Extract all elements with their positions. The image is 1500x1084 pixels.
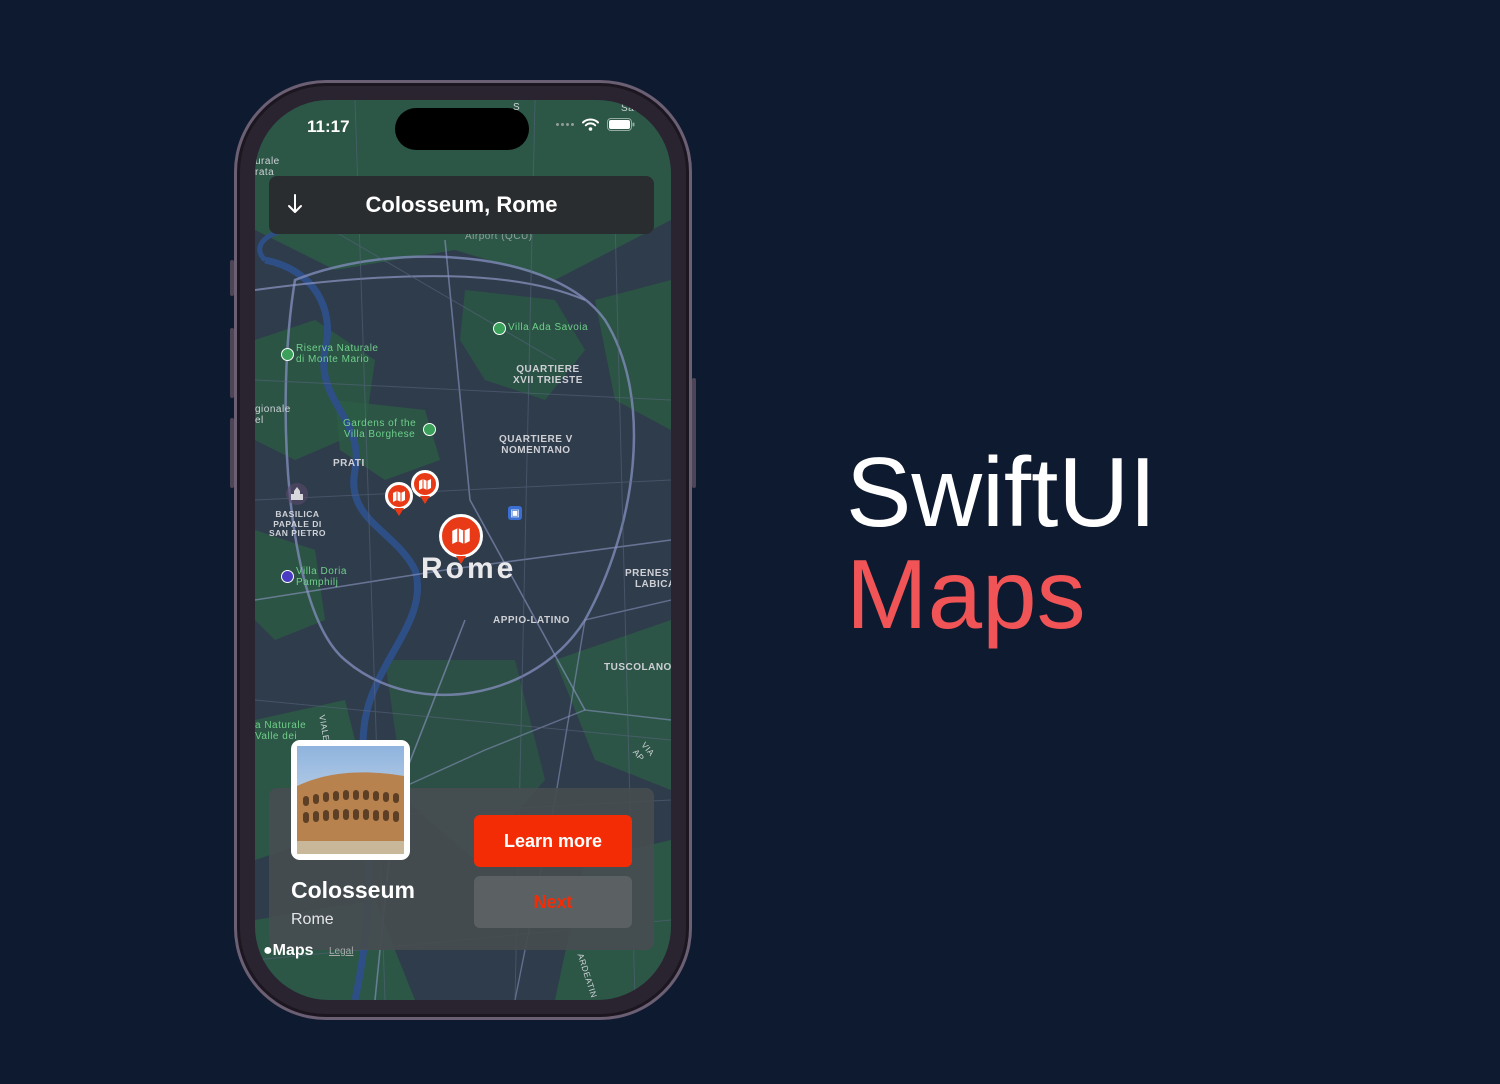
battery-icon <box>607 118 635 131</box>
next-button[interactable]: Next <box>474 876 632 928</box>
signal-icon <box>556 123 574 126</box>
park-marker[interactable] <box>493 322 506 335</box>
map-pin-tail <box>394 508 404 516</box>
map-label-tuscolano: TUSCOLANO <box>604 662 671 673</box>
map-label-basilica[interactable]: BASILICA PAPALE DI SAN PIETRO <box>269 509 326 539</box>
map-pin-head <box>385 482 413 510</box>
maps-brand-label: Maps <box>272 942 314 959</box>
map-label-villa-borghese[interactable]: Gardens of the Villa Borghese <box>343 418 416 440</box>
legal-link[interactable]: Legal <box>329 946 353 957</box>
basilica-icon[interactable] <box>285 482 309 506</box>
colosseum-photo <box>297 746 404 854</box>
place-city: Rome <box>291 911 334 928</box>
park-marker[interactable] <box>281 570 294 583</box>
learn-more-button[interactable]: Learn more <box>474 815 632 867</box>
location-header: Colosseum, Rome <box>269 176 654 234</box>
map-label-s: S <box>513 102 521 113</box>
map-icon <box>452 528 470 544</box>
map-icon <box>419 478 431 490</box>
map-pin[interactable] <box>385 482 413 516</box>
map-label-nomentano: QUARTIERE V NOMENTANO <box>499 434 573 456</box>
maps-attribution[interactable]: ●Maps <box>263 942 314 960</box>
place-name: Colosseum <box>291 877 415 903</box>
map-pin-head <box>439 514 483 558</box>
map-label-appio: APPIO-LATINO <box>493 615 570 626</box>
map-label-edge-mid: gionale el <box>255 404 291 426</box>
status-icons <box>556 118 635 131</box>
screen: 11:17 urale rata Airport (QCU) Sabi S Vi… <box>255 100 671 1000</box>
arrow-down-icon[interactable] <box>285 192 305 218</box>
map-label-prenestino: PRENEST LABICA <box>625 568 671 590</box>
status-time: 11:17 <box>307 117 350 136</box>
park-marker[interactable] <box>281 348 294 361</box>
map-pin-tail <box>456 556 466 564</box>
map-label-edge-top: urale rata <box>255 156 280 178</box>
power-button <box>692 378 696 488</box>
map-pin[interactable] <box>411 470 439 504</box>
phone-frame: 11:17 urale rata Airport (QCU) Sabi S Vi… <box>230 80 696 1020</box>
map-label-sabi: Sabi <box>621 103 644 114</box>
location-title[interactable]: Colosseum, Rome <box>329 192 594 218</box>
action-button <box>230 260 234 296</box>
park-marker[interactable] <box>423 423 436 436</box>
map-label-trieste: QUARTIERE XVII TRIESTE <box>513 364 583 386</box>
location-thumbnail[interactable] <box>291 740 410 860</box>
map-icon <box>393 490 405 502</box>
apple-logo-icon: ● <box>263 942 273 959</box>
volume-down-button <box>230 418 234 488</box>
dynamic-island <box>395 108 529 150</box>
promo-title-line2: Maps <box>846 539 1086 649</box>
map-pin-head <box>411 470 439 498</box>
map-pin-tail <box>420 496 430 504</box>
map-label-prati: PRATI <box>333 458 365 469</box>
promo-title-line1: SwiftUI <box>846 437 1157 547</box>
map-label-valle[interactable]: a Naturale Valle dei <box>255 720 306 742</box>
map-pin-selected[interactable] <box>439 514 483 564</box>
map-label-villa-doria[interactable]: Villa Doria Pamphilj <box>296 566 347 588</box>
volume-up-button <box>230 328 234 398</box>
wifi-icon <box>582 118 599 131</box>
transit-station-icon[interactable]: ▣ <box>508 506 522 520</box>
map-label-monte-mario[interactable]: Riserva Naturale di Monte Mario <box>296 343 378 365</box>
map-label-villa-ada[interactable]: Villa Ada Savoia <box>508 322 588 333</box>
